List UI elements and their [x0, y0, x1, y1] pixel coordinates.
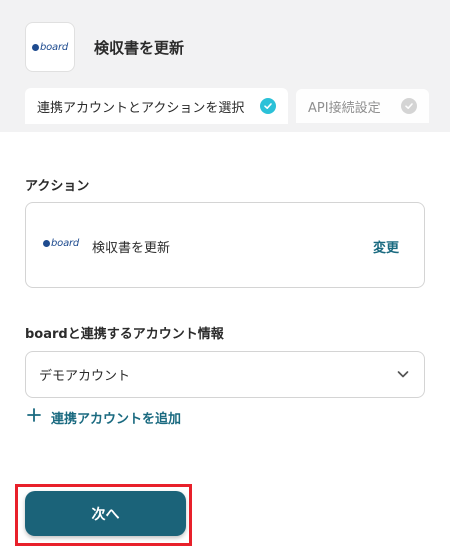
board-logo-icon: board — [31, 42, 68, 53]
check-circle-icon — [401, 98, 417, 114]
change-action-link[interactable]: 変更 — [373, 237, 399, 256]
selected-account: デモアカウント — [39, 369, 131, 384]
add-account-link[interactable]: 連携アカウントを追加 — [27, 407, 181, 427]
plus-icon — [27, 408, 41, 426]
tab-api-settings[interactable]: API接続設定 — [296, 89, 429, 123]
app-logo-box: board — [25, 22, 75, 72]
board-logo-icon: board — [43, 238, 79, 249]
action-section-label: アクション — [25, 179, 90, 194]
tab-label: API接続設定 — [308, 100, 381, 116]
chevron-down-icon — [397, 367, 409, 382]
check-circle-icon — [260, 98, 276, 114]
action-card: board 検収書を更新 変更 — [25, 202, 425, 288]
next-button[interactable]: 次へ — [25, 491, 186, 536]
tab-select-account-action[interactable]: 連携アカウントとアクションを選択 — [25, 88, 288, 124]
account-section-label: boardと連携するアカウント情報 — [25, 327, 224, 342]
tab-label: 連携アカウントとアクションを選択 — [37, 100, 245, 116]
add-account-label: 連携アカウントを追加 — [51, 411, 182, 427]
account-select[interactable]: デモアカウント — [25, 351, 425, 398]
page-title: 検収書を更新 — [94, 39, 185, 57]
header-area: board 検収書を更新 連携アカウントとアクションを選択 API接続設定 — [0, 0, 450, 132]
action-name: 検収書を更新 — [92, 241, 171, 256]
